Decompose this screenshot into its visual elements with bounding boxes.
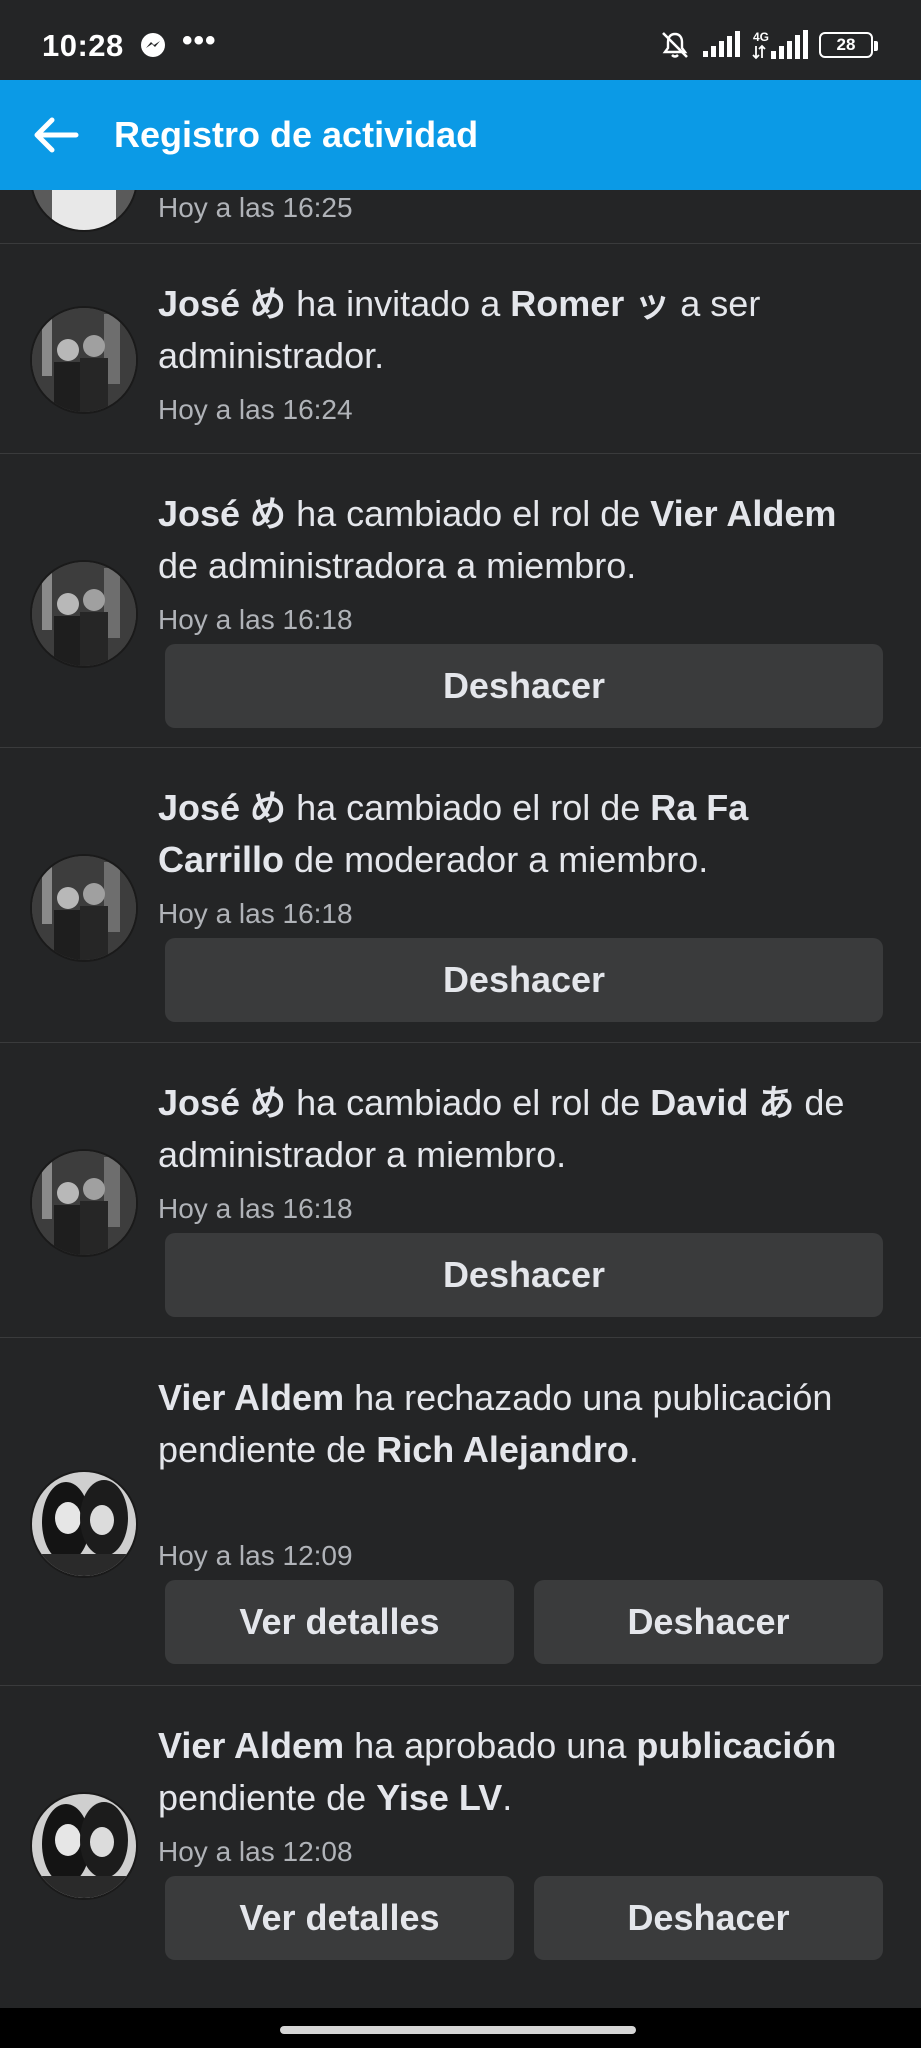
activity-time: Hoy a las 16:18 [158, 898, 353, 929]
status-time: 10:28 [42, 28, 124, 63]
list-item[interactable]: Vier Aldem ha rechazado una publicación … [0, 1338, 921, 1686]
page-title: Registro de actividad [114, 114, 479, 155]
view-details-button[interactable]: Ver detalles [165, 1580, 514, 1664]
home-gesture-handle[interactable] [280, 2026, 636, 2034]
list-item[interactable]: José め ha cambiado el rol de Ra Fa Carri… [0, 748, 921, 1043]
bell-muted-icon [662, 32, 688, 58]
activity-text: Vier Aldem ha aprobado una publicación p… [158, 1725, 837, 1818]
arrow-left-icon [34, 117, 79, 153]
avatar[interactable] [30, 560, 138, 668]
list-item: Hoy a las 16:25 [0, 124, 921, 244]
activity-time: Hoy a las 12:08 [158, 1836, 353, 1867]
actor-name[interactable]: Vier Aldem [158, 1377, 344, 1418]
activity-text: José め ha invitado a Romer ッ a ser admin… [158, 283, 761, 376]
signal-icon [703, 31, 740, 57]
actor-name[interactable]: Vier Aldem [158, 1725, 344, 1766]
view-details-button[interactable]: Ver detalles [165, 1876, 514, 1960]
list-item[interactable]: Vier Aldem ha aprobado una publicación p… [0, 1686, 921, 1982]
activity-time: Hoy a las 16:24 [158, 394, 353, 425]
undo-button[interactable]: Deshacer [165, 644, 883, 728]
target-name[interactable]: Vier Aldem [650, 493, 836, 534]
undo-button[interactable]: Deshacer [534, 1580, 883, 1664]
activity-feed: Hoy a las 16:25 José め ha invitado a Rom… [0, 124, 921, 1982]
avatar[interactable] [30, 1792, 138, 1900]
battery-level: 28 [836, 35, 856, 54]
battery-icon: 28 [819, 32, 878, 58]
object-link[interactable]: publicación [636, 1725, 836, 1766]
list-item[interactable]: José め ha cambiado el rol de David あ de … [0, 1043, 921, 1338]
back-button[interactable] [26, 105, 86, 165]
activity-text: José め ha cambiado el rol de David あ de … [158, 1082, 845, 1175]
undo-button[interactable]: Deshacer [165, 938, 883, 1022]
app-bar: Registro de actividad [0, 80, 921, 190]
activity-time: Hoy a las 16:18 [158, 604, 353, 635]
list-item[interactable]: José め ha cambiado el rol de Vier Aldem … [0, 454, 921, 748]
status-icons: 4G 28 [659, 28, 878, 62]
status-bar: 10:28 ••• 4G 28 [0, 0, 921, 80]
actor-name[interactable]: José め [158, 283, 286, 324]
actor-name[interactable]: José め [158, 493, 286, 534]
actor-name[interactable]: José め [158, 787, 286, 828]
svg-text:4G: 4G [753, 30, 769, 44]
undo-button[interactable]: Deshacer [534, 1876, 883, 1960]
activity-time: Hoy a las 12:09 [158, 1540, 353, 1571]
avatar[interactable] [30, 854, 138, 962]
activity-time: Hoy a las 16:18 [158, 1193, 353, 1224]
system-nav-bar [0, 2008, 921, 2048]
activity-text: José め ha cambiado el rol de Ra Fa Carri… [158, 787, 749, 880]
undo-button[interactable]: Deshacer [165, 1233, 883, 1317]
network-signal-icon: 4G [752, 30, 808, 60]
messenger-icon [141, 33, 165, 57]
target-name[interactable]: David あ [650, 1082, 794, 1123]
activity-text: Vier Aldem ha rechazado una publicación … [158, 1377, 833, 1470]
target-name[interactable]: Romer ッ [510, 283, 670, 324]
avatar[interactable] [30, 1470, 138, 1578]
avatar[interactable] [30, 306, 138, 414]
target-name[interactable]: Rich Alejandro [376, 1429, 629, 1470]
avatar[interactable] [30, 1149, 138, 1257]
actor-name[interactable]: José め [158, 1082, 286, 1123]
activity-text: José め ha cambiado el rol de Vier Aldem … [158, 493, 837, 586]
target-name[interactable]: Yise LV [376, 1777, 502, 1818]
activity-time: Hoy a las 16:25 [158, 192, 353, 223]
list-item[interactable]: José め ha invitado a Romer ッ a ser admin… [0, 244, 921, 454]
more-dots-icon: ••• [182, 24, 217, 57]
